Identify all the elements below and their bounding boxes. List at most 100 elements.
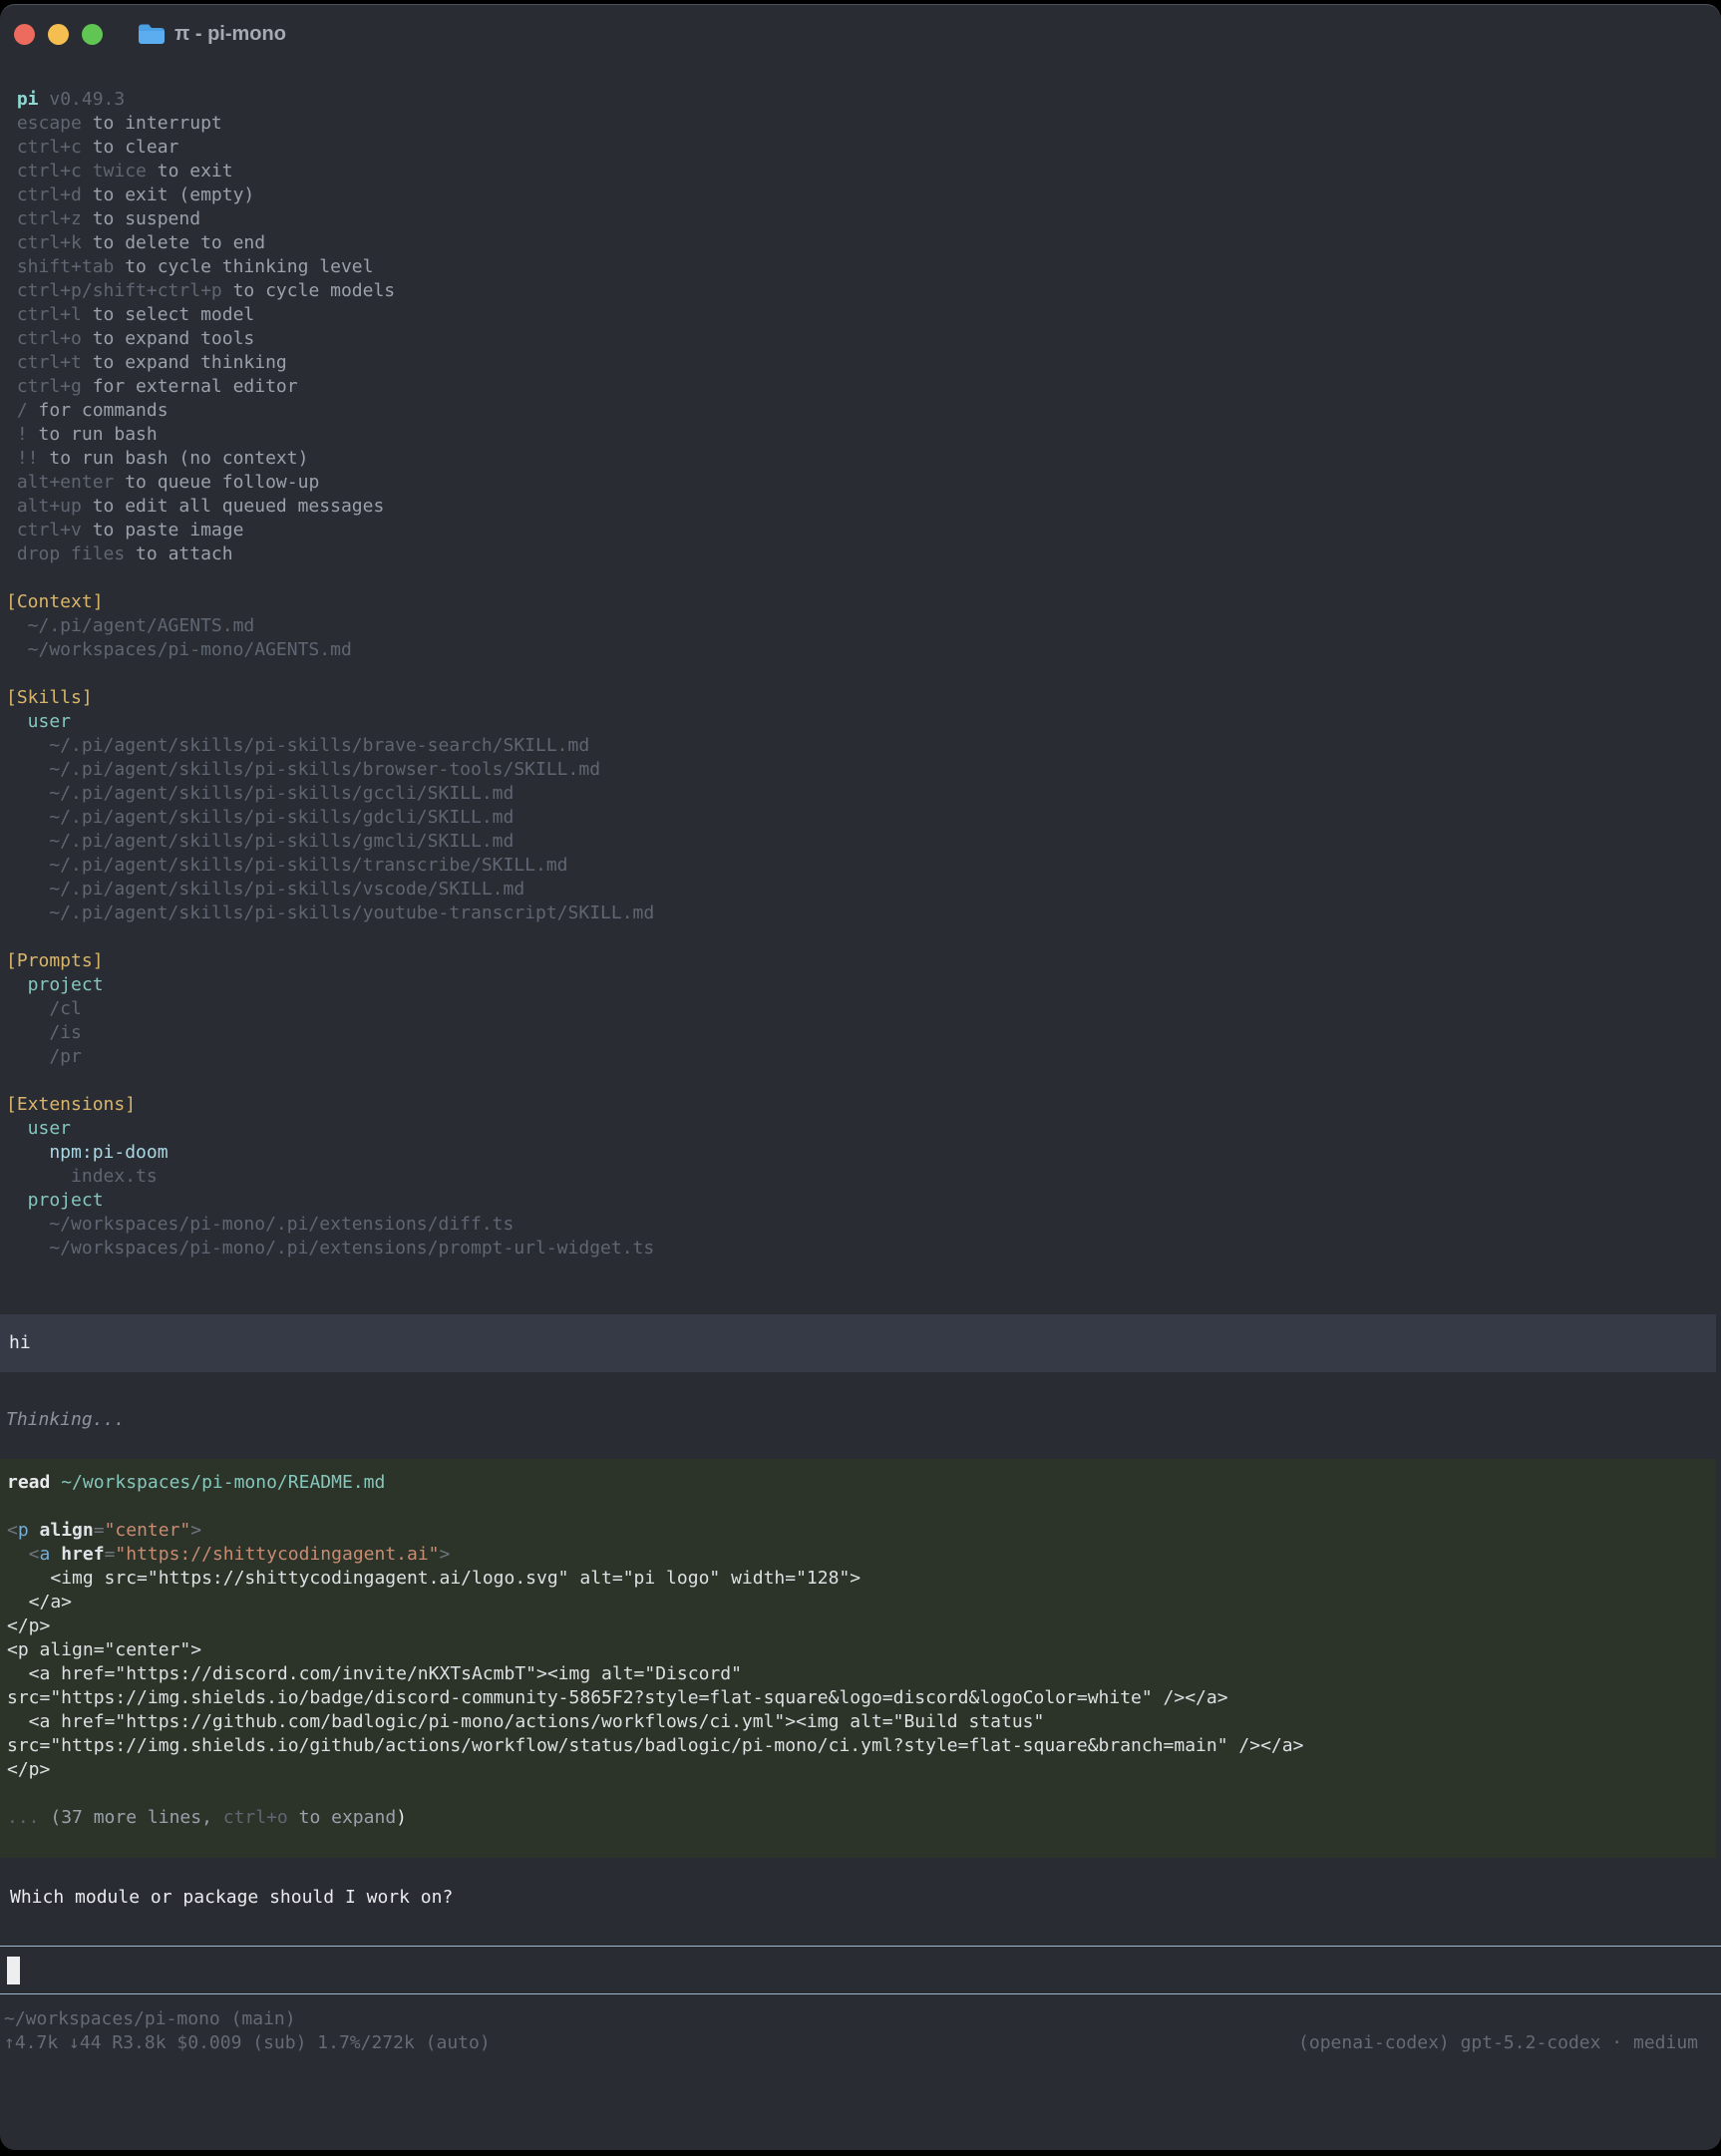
terminal-line: ctrl+z to suspend [0, 207, 1721, 231]
text-segment: to interrupt [82, 113, 222, 134]
terminal-line: ~/workspaces/pi-mono/.pi/extensions/prom… [0, 1237, 1721, 1260]
terminal-line: ~/.pi/agent/skills/pi-skills/gdcli/SKILL… [0, 806, 1721, 830]
zoom-button[interactable] [82, 24, 103, 45]
terminal-line: ctrl+o to expand tools [0, 327, 1721, 351]
tool-call-read-block: read ~/workspaces/pi-mono/README.md <p al… [0, 1459, 1716, 1858]
text-segment: ctrl+t [6, 352, 82, 373]
text-segment: ~/.pi/agent/skills/pi-skills/youtube-tra… [6, 902, 654, 923]
terminal-line: ctrl+g for external editor [0, 375, 1721, 399]
text-segment: <a href="https://discord.com/invite/nKXT… [7, 1663, 742, 1684]
minimize-button[interactable] [48, 24, 69, 45]
text-segment: for external editor [82, 376, 298, 397]
text-segment: (37 more lines, [50, 1807, 222, 1828]
text-segment: to queue follow-up [114, 472, 319, 493]
text-segment: ~/workspaces/pi-mono/README.md [50, 1472, 385, 1493]
terminal-line: <a href="https://discord.com/invite/nKXT… [1, 1662, 1716, 1686]
terminal-line: alt+enter to queue follow-up [0, 471, 1721, 495]
text-segment: ctrl+l [6, 304, 82, 325]
text-segment: to expand [288, 1807, 396, 1828]
terminal-line [0, 566, 1721, 590]
terminal-line: project [0, 973, 1721, 997]
text-segment: ctrl+v [6, 520, 82, 540]
terminal-line: </p> [1, 1758, 1716, 1782]
terminal-line: index.ts [0, 1165, 1721, 1189]
terminal-line: read ~/workspaces/pi-mono/README.md [1, 1471, 1716, 1495]
text-segment: ! [6, 424, 28, 445]
text-segment: alt+up [6, 496, 82, 517]
terminal-line: ctrl+t to expand thinking [0, 351, 1721, 375]
terminal-line: ~/.pi/agent/skills/pi-skills/browser-too… [0, 758, 1721, 782]
model-label: (openai-codex) gpt-5.2-codex · medium [1298, 2031, 1721, 2055]
terminal-line: ctrl+k to delete to end [0, 231, 1721, 255]
text-segment: [Skills] [6, 687, 93, 708]
text-segment: index.ts [6, 1166, 158, 1187]
text-segment: /is [6, 1022, 82, 1043]
text-segment: ctrl+z [6, 208, 82, 229]
text-segment: </a> [7, 1592, 72, 1613]
text-segment: to edit all queued messages [82, 496, 384, 517]
window-title: π - pi-mono [174, 23, 286, 46]
text-segment: to expand thinking [82, 352, 287, 373]
terminal-line: !! to run bash (no context) [0, 447, 1721, 471]
text-segment: v0.49.3 [39, 89, 126, 110]
terminal-line: ctrl+d to exit (empty) [0, 183, 1721, 207]
text-segment: to clear [82, 137, 179, 158]
text-segment: read [7, 1472, 50, 1493]
user-message-text: hi [3, 1331, 1716, 1355]
terminal-line: <a href="https://github.com/badlogic/pi-… [1, 1710, 1716, 1734]
terminal-line: ~/workspaces/pi-mono/.pi/extensions/diff… [0, 1213, 1721, 1237]
startup-banner: pi v0.49.3 escape to interrupt ctrl+c to… [0, 88, 1721, 1260]
text-segment: < [7, 1520, 18, 1541]
text-segment: to expand tools [82, 328, 254, 349]
terminal-line: src="https://img.shields.io/github/actio… [1, 1734, 1716, 1758]
terminal-line: / for commands [0, 399, 1721, 423]
terminal-line: <p align="center"> [1, 1638, 1716, 1662]
text-segment: ctrl+o [6, 328, 82, 349]
terminal-line: [Skills] [0, 686, 1721, 710]
terminal-line: </a> [1, 1591, 1716, 1615]
text-segment: > [440, 1544, 451, 1565]
terminal-line: ~/.pi/agent/skills/pi-skills/gccli/SKILL… [0, 782, 1721, 806]
text-segment: ~/.pi/agent/skills/pi-skills/transcribe/… [6, 855, 568, 876]
text-segment: user [6, 711, 71, 732]
text-segment: ~/.pi/agent/skills/pi-skills/gdcli/SKILL… [6, 807, 514, 828]
text-segment: project [6, 1190, 104, 1211]
cwd-branch-label: ~/workspaces/pi-mono (main) [4, 2007, 296, 2031]
terminal-line: pi v0.49.3 [0, 88, 1721, 112]
terminal-line [1, 1782, 1716, 1806]
text-segment: to suspend [82, 208, 200, 229]
terminal-line: ~/workspaces/pi-mono/AGENTS.md [0, 638, 1721, 662]
text-segment: ctrl+c twice [6, 161, 147, 181]
text-segment: ~/.pi/agent/skills/pi-skills/brave-searc… [6, 735, 589, 756]
terminal-line [1, 1495, 1716, 1519]
text-segment: npm:pi-doom [6, 1142, 169, 1163]
text-segment: p [18, 1520, 29, 1541]
terminal-line: ! to run bash [0, 423, 1721, 447]
text-segment: ... [7, 1807, 50, 1828]
text-segment: < [7, 1544, 40, 1565]
terminal-line [0, 925, 1721, 949]
text-segment: to run bash (no context) [39, 448, 309, 469]
terminal-line: [Context] [0, 590, 1721, 614]
close-button[interactable] [14, 24, 35, 45]
terminal-line: alt+up to edit all queued messages [0, 495, 1721, 519]
terminal-line [0, 662, 1721, 686]
title-bar: π - pi-mono [0, 5, 1721, 63]
text-segment: to select model [82, 304, 254, 325]
message-input[interactable] [0, 1946, 1721, 1994]
text-segment: > [190, 1520, 201, 1541]
terminal-line: /is [0, 1021, 1721, 1045]
text-segment: </p> [7, 1616, 50, 1636]
terminal-line: ~/.pi/agent/skills/pi-skills/youtube-tra… [0, 901, 1721, 925]
text-segment [29, 1520, 40, 1541]
text-segment [6, 89, 17, 110]
text-segment: project [6, 974, 104, 995]
text-segment: </p> [7, 1759, 50, 1780]
text-segment: drop files [6, 543, 125, 564]
text-segment: "https://shittycodingagent.ai" [115, 1544, 439, 1565]
text-segment: to cycle thinking level [114, 256, 373, 277]
terminal-line: ctrl+p/shift+ctrl+p to cycle models [0, 279, 1721, 303]
status-bar: ~/workspaces/pi-mono (main) ↑4.7k ↓44 R3… [0, 2007, 1721, 2055]
text-segment: <p align="center"> [7, 1639, 201, 1660]
text-segment: escape [6, 113, 82, 134]
